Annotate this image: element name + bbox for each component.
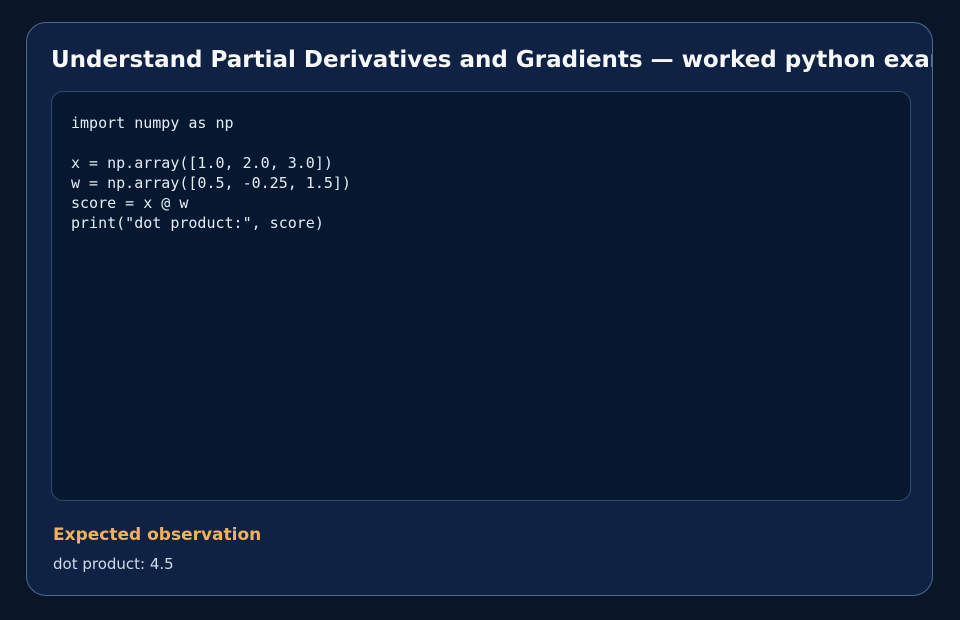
observation-heading: Expected observation	[53, 525, 262, 545]
page-title: Understand Partial Derivatives and Gradi…	[51, 47, 933, 73]
example-card: Understand Partial Derivatives and Gradi…	[26, 22, 933, 596]
code-line: print("dot product:", score)	[71, 214, 324, 232]
code-line: import numpy as np	[71, 114, 234, 132]
code-line: x = np.array([1.0, 2.0, 3.0])	[71, 154, 333, 172]
code-line: w = np.array([0.5, -0.25, 1.5])	[71, 174, 351, 192]
observation-text: dot product: 4.5	[53, 555, 174, 573]
code-block: import numpy as np x = np.array([1.0, 2.…	[51, 91, 911, 501]
code-line: score = x @ w	[71, 194, 189, 212]
code-text: import numpy as np x = np.array([1.0, 2.…	[71, 113, 351, 233]
